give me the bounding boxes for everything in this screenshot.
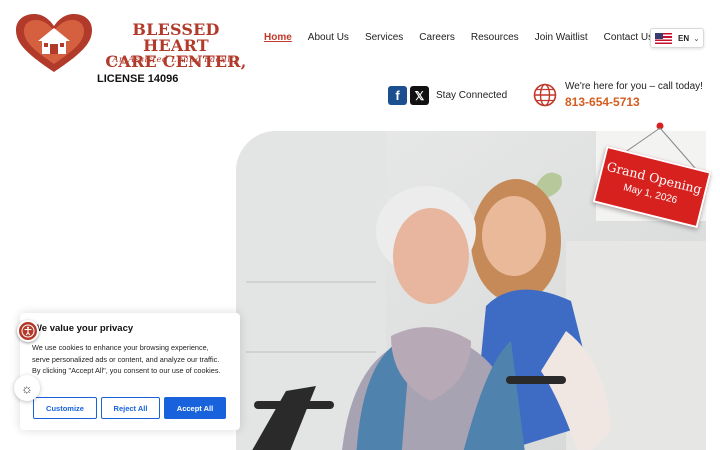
- reject-all-button[interactable]: Reject All: [101, 397, 160, 419]
- license-number: LICENSE 14096: [97, 73, 179, 85]
- stay-connected-label: Stay Connected: [436, 90, 508, 101]
- heart-house-logo-icon: [16, 14, 92, 72]
- contact-tagline: We're here for you – call today!: [565, 81, 703, 92]
- phone-link[interactable]: 813-654-5713: [565, 95, 640, 109]
- nav-services[interactable]: Services: [365, 32, 403, 43]
- x-icon[interactable]: 𝕏: [410, 86, 429, 105]
- us-flag-icon: [655, 32, 672, 44]
- main-nav: Home About Us Services Careers Resources…: [264, 32, 669, 43]
- grand-opening-sign: Grand Opening May 1, 2026: [590, 120, 720, 230]
- cookie-consent-banner: We value your privacy We use cookies to …: [20, 313, 240, 430]
- accessibility-figure-icon: [21, 324, 35, 338]
- page: BLESSED HEART CARE CENTER, An Assisted L…: [0, 0, 720, 450]
- nav-join-waitlist[interactable]: Join Waitlist: [535, 32, 588, 43]
- sun-icon[interactable]: ☼: [14, 375, 40, 401]
- cookie-title: We value your privacy: [33, 323, 134, 334]
- nav-resources[interactable]: Resources: [471, 32, 519, 43]
- nav-about-us[interactable]: About Us: [308, 32, 349, 43]
- logo-title-line1: BLESSED HEART: [132, 20, 220, 55]
- nav-contact-us[interactable]: Contact Us: [604, 32, 653, 43]
- logo-subtitle: An Assisted Living Facility: [112, 55, 240, 65]
- site-logo[interactable]: BLESSED HEART CARE CENTER, An Assisted L…: [14, 14, 254, 76]
- language-code: EN: [678, 33, 690, 43]
- nav-home[interactable]: Home: [264, 32, 292, 43]
- customize-button[interactable]: Customize: [33, 397, 97, 419]
- accept-all-button[interactable]: Accept All: [164, 397, 226, 419]
- globe-icon: [533, 83, 557, 107]
- cookie-text: We use cookies to enhance your browsing …: [32, 343, 221, 376]
- facebook-icon[interactable]: f: [388, 86, 407, 105]
- nav-careers[interactable]: Careers: [419, 32, 455, 43]
- cookie-buttons: Customize Reject All Accept All: [33, 397, 230, 419]
- social-links: f 𝕏 Stay Connected: [388, 86, 507, 105]
- accessibility-icon[interactable]: [17, 320, 39, 342]
- language-selector[interactable]: EN ⌄: [650, 28, 704, 48]
- chevron-down-icon: ⌄: [693, 33, 700, 43]
